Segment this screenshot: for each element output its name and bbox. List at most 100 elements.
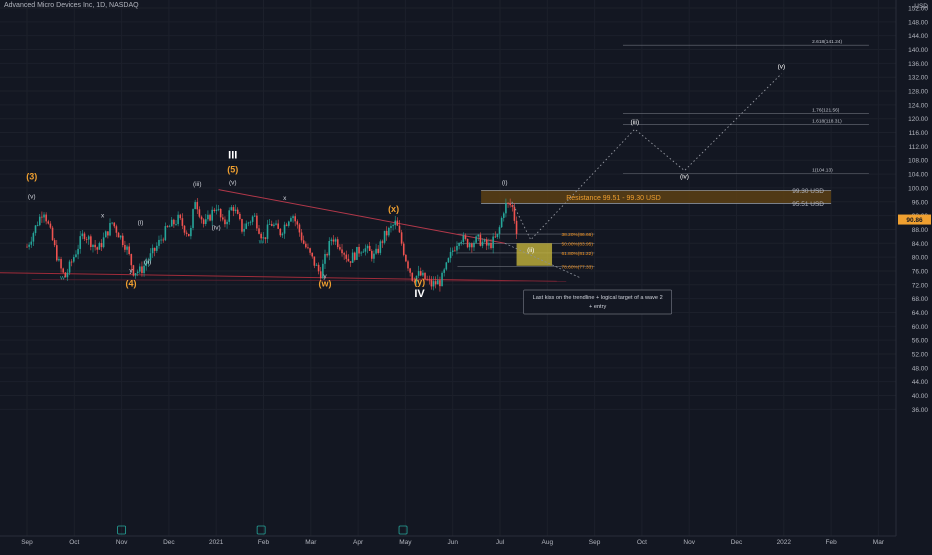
y-tick-label: 60.00 xyxy=(912,324,929,331)
candle-body xyxy=(222,217,224,220)
candle-body xyxy=(445,262,448,270)
candle-body xyxy=(451,250,454,252)
candle-body xyxy=(75,254,77,258)
candle-body xyxy=(336,239,339,248)
candle-body xyxy=(349,261,352,263)
candle-body xyxy=(385,230,388,236)
candle-body xyxy=(90,236,92,248)
wave-label: (5) xyxy=(227,164,238,174)
candle-body xyxy=(158,239,160,246)
candle-body xyxy=(285,224,288,226)
candle-body xyxy=(468,243,471,248)
wave-label: w xyxy=(59,275,65,282)
fib-extension-label: 1.76(121.56) xyxy=(812,107,840,113)
candle-body xyxy=(373,253,375,259)
fib-retracement-label: 50.00%(83.95) xyxy=(561,241,593,247)
candle-body xyxy=(134,273,137,276)
candle-body xyxy=(181,218,184,226)
candle-body xyxy=(490,243,492,249)
candle-body xyxy=(258,228,260,234)
candle-body xyxy=(98,243,101,250)
fib-retracement-label: 61.80%(81.22) xyxy=(561,251,593,257)
candle-body xyxy=(185,232,188,234)
candle-body xyxy=(302,240,305,244)
symbol-title: Advanced Micro Devices Inc, 1D, NASDAQ xyxy=(4,2,139,9)
candle-body xyxy=(317,264,320,272)
chart-area[interactable]: 152.00 148.00 144.00 140.00 136.00 132.00 128.… xyxy=(0,0,932,550)
candle-body xyxy=(266,224,269,239)
candle-body xyxy=(226,221,228,225)
candle-body xyxy=(377,248,380,253)
x-tick-label: Dec xyxy=(163,539,175,546)
candle-body xyxy=(66,272,69,278)
candle-body xyxy=(311,252,314,257)
candle-body xyxy=(356,246,358,260)
candle-body xyxy=(460,241,463,244)
candle-body xyxy=(219,208,222,218)
candle-body xyxy=(113,222,116,227)
candle-body xyxy=(126,246,128,250)
candle-body xyxy=(309,248,311,253)
candle-body xyxy=(166,226,169,227)
candle-body xyxy=(47,221,50,224)
candle-body xyxy=(390,226,392,228)
y-tick-label: 96.00 xyxy=(912,199,929,206)
candle-body xyxy=(200,216,203,220)
candle-body xyxy=(34,225,37,234)
candle-body xyxy=(502,213,505,218)
candle-body xyxy=(379,241,382,253)
candle-body xyxy=(77,248,79,255)
x-tick-label: May xyxy=(399,539,412,546)
x-tick-label: 2022 xyxy=(777,539,792,546)
candle-body xyxy=(168,226,171,228)
candle-body xyxy=(92,244,94,248)
candle-body xyxy=(458,243,460,246)
candle-body xyxy=(70,261,73,263)
candle-body xyxy=(496,233,499,237)
wave-label: (x) xyxy=(388,204,399,214)
candle-body xyxy=(511,205,514,207)
candle-body xyxy=(475,236,477,243)
candle-body xyxy=(243,228,245,232)
candle-body xyxy=(249,221,252,223)
y-tick-label: 116.00 xyxy=(909,130,929,137)
x-tick-label: Jul xyxy=(496,539,505,546)
candle-body xyxy=(153,247,156,251)
candle-body xyxy=(68,261,71,273)
x-tick-label: 2021 xyxy=(209,539,224,546)
candle-body xyxy=(132,265,135,276)
candle-body xyxy=(405,254,407,262)
x-tick-label: Feb xyxy=(825,539,837,546)
candle-body xyxy=(439,280,441,287)
x-tick-label: Oct xyxy=(637,539,647,546)
candle-body xyxy=(402,243,405,255)
candle-body xyxy=(296,221,299,225)
candle-body xyxy=(239,213,241,220)
candle-body xyxy=(307,247,309,249)
candle-body xyxy=(447,258,450,263)
candle-body xyxy=(102,237,105,248)
candle-body xyxy=(422,272,424,276)
candle-body xyxy=(256,215,258,229)
candle-body xyxy=(58,259,60,261)
candle-body xyxy=(81,233,84,237)
price-chart[interactable]: 152.00148.00144.00140.00136.00132.00128.… xyxy=(0,0,932,550)
y-tick-label: 88.00 xyxy=(912,227,929,234)
candle-body xyxy=(505,202,507,214)
candle-body xyxy=(443,269,445,273)
wave-label: (4) xyxy=(126,279,137,289)
candle-body xyxy=(36,225,39,227)
wave-label: (y) xyxy=(414,277,425,287)
fib-retracement-label: 38.20%(86.66) xyxy=(561,232,593,238)
candle-body xyxy=(96,247,99,250)
candle-body xyxy=(100,243,103,248)
candle-body xyxy=(83,233,86,240)
candle-body xyxy=(160,239,162,241)
candle-body xyxy=(483,239,486,242)
x-tick-label: Oct xyxy=(69,539,79,546)
candle-body xyxy=(434,281,437,285)
wave-label: (ii) xyxy=(144,259,151,266)
candle-body xyxy=(351,252,354,263)
candle-body xyxy=(179,214,182,219)
price-level-label: 95.51 USD xyxy=(792,201,824,208)
